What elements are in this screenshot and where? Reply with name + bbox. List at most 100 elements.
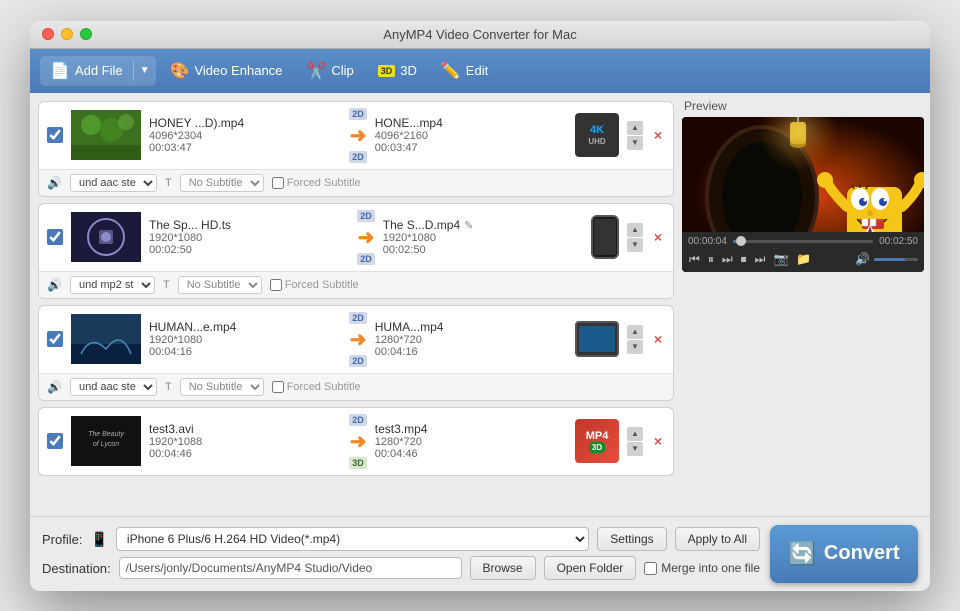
- add-file-icon: 📄: [50, 61, 70, 81]
- audio-select-0[interactable]: und aac ste: [70, 174, 157, 192]
- preview-label: Preview: [682, 99, 924, 113]
- in-badge-1: 2D: [357, 210, 375, 222]
- progress-track[interactable]: [733, 240, 873, 243]
- scroll-down-2[interactable]: ▼: [627, 340, 643, 354]
- in-badge-2: 2D: [349, 312, 367, 324]
- out-badge-1: 2D: [357, 253, 375, 265]
- stop-button[interactable]: ⏹: [740, 251, 748, 268]
- profile-label: Profile:: [42, 532, 82, 547]
- file-checkbox-0[interactable]: [47, 127, 63, 143]
- bottom-section: Profile: 📱 iPhone 6 Plus/6 H.264 HD Vide…: [42, 525, 918, 583]
- volume-track[interactable]: [874, 258, 918, 261]
- scroll-down-1[interactable]: ▼: [627, 238, 643, 252]
- arrow-area-3: 2D ➜ 3D: [349, 414, 367, 469]
- file-item-3: The Beauty of Lycon test3.avi 1920*1088 …: [38, 407, 674, 476]
- file-list-panel: HONEY ...D).mp4 4096*2304 00:03:47 2D ➜ …: [30, 93, 682, 516]
- output-duration-3: 00:04:46: [375, 448, 567, 460]
- forced-cb-0[interactable]: [272, 177, 284, 189]
- scroll-down-0[interactable]: ▼: [627, 136, 643, 150]
- output-name-2: HUMA...mp4: [375, 320, 567, 334]
- fast-forward-button[interactable]: ⏭: [721, 251, 734, 268]
- destination-label: Destination:: [42, 561, 111, 576]
- output-dims-3: 1280*720: [375, 436, 567, 448]
- forced-cb-1[interactable]: [270, 279, 282, 291]
- forced-cb-2[interactable]: [272, 381, 284, 393]
- progress-thumb[interactable]: [736, 236, 746, 246]
- skip-back-button[interactable]: ⏮: [688, 251, 701, 268]
- browse-button[interactable]: Browse: [470, 556, 536, 580]
- video-enhance-button[interactable]: 🎨 Video Enhance: [160, 56, 293, 86]
- file-checkbox-3[interactable]: [47, 433, 63, 449]
- file-checkbox-2[interactable]: [47, 331, 63, 347]
- audio-select-1[interactable]: und mp2 st: [70, 276, 155, 294]
- profile-select[interactable]: iPhone 6 Plus/6 H.264 HD Video(*.mp4): [116, 527, 589, 551]
- scroll-up-2[interactable]: ▲: [627, 325, 643, 339]
- scroll-up-1[interactable]: ▲: [627, 223, 643, 237]
- add-file-button[interactable]: 📄 Add File: [40, 56, 133, 86]
- 3d-button[interactable]: 3D 3D: [368, 58, 427, 83]
- subtitle-select-0[interactable]: No Subtitle: [180, 174, 264, 192]
- edit-label: Edit: [466, 63, 488, 78]
- scroll-up-3[interactable]: ▲: [627, 427, 643, 441]
- remove-file-1[interactable]: ×: [651, 230, 665, 244]
- file-item-0: HONEY ...D).mp4 4096*2304 00:03:47 2D ➜ …: [38, 101, 674, 197]
- file-info-0: HONEY ...D).mp4 4096*2304 00:03:47: [149, 116, 341, 154]
- convert-icon: 🔄: [789, 541, 816, 567]
- maximize-traffic-light[interactable]: [80, 28, 92, 40]
- arrow-area-1: 2D ➜ 2D: [357, 210, 375, 265]
- merge-checkbox[interactable]: [644, 562, 657, 575]
- folder-button[interactable]: 📁: [795, 251, 812, 267]
- settings-button[interactable]: Settings: [597, 527, 666, 551]
- scroll-btns-3: ▲ ▼: [627, 427, 643, 456]
- file-dims-1: 1920*1080: [149, 232, 349, 244]
- remove-file-0[interactable]: ×: [651, 128, 665, 142]
- arrow-area-0: 2D ➜ 2D: [349, 108, 367, 163]
- file-name-1: The Sp... HD.ts: [149, 218, 349, 232]
- clip-button[interactable]: ✂️ Clip: [296, 56, 363, 86]
- scroll-up-0[interactable]: ▲: [627, 121, 643, 135]
- file-thumbnail-3: The Beauty of Lycon: [71, 416, 141, 466]
- subtitle-select-1[interactable]: No Subtitle: [178, 276, 262, 294]
- edit-button[interactable]: ✏️ Edit: [431, 56, 498, 86]
- subtitle-icon-0: T: [165, 177, 172, 189]
- svg-text:The Beauty: The Beauty: [88, 431, 124, 438]
- output-dims-1: 1920*1080: [383, 232, 583, 244]
- file-checkbox-1[interactable]: [47, 229, 63, 245]
- screenshot-button[interactable]: 📷: [772, 251, 789, 267]
- clip-label: Clip: [331, 63, 353, 78]
- file-duration-2: 00:04:16: [149, 346, 341, 358]
- output-name-1: The S...D.mp4 ✎: [383, 218, 583, 232]
- edit-name-icon-1[interactable]: ✎: [464, 219, 473, 232]
- pause-button[interactable]: ⏸: [707, 251, 715, 268]
- file-dims-3: 1920*1088: [149, 436, 341, 448]
- remove-file-3[interactable]: ×: [651, 434, 665, 448]
- destination-input[interactable]: [119, 557, 462, 579]
- apply-all-button[interactable]: Apply to All: [675, 527, 760, 551]
- merge-area: Merge into one file: [644, 561, 760, 575]
- add-file-dropdown-arrow[interactable]: ▼: [133, 60, 156, 81]
- file-item-1: The Sp... HD.ts 1920*1080 00:02:50 2D ➜ …: [38, 203, 674, 299]
- convert-button[interactable]: 🔄 Convert: [770, 525, 918, 583]
- output-info-0: HONE...mp4 4096*2160 00:03:47: [375, 116, 567, 154]
- file-item-0-top: HONEY ...D).mp4 4096*2304 00:03:47 2D ➜ …: [39, 102, 673, 169]
- iphone-screen: [594, 219, 616, 255]
- file-item-0-bottom: 🔊 und aac ste T No Subtitle Forced Subti…: [39, 169, 673, 196]
- skip-end-button[interactable]: ⏭: [754, 251, 767, 268]
- file-dims-0: 4096*2304: [149, 130, 341, 142]
- output-info-1: The S...D.mp4 ✎ 1920*1080 00:02:50: [383, 218, 583, 256]
- clip-icon: ✂️: [306, 61, 326, 81]
- format-icon-3: MP4 3D: [575, 419, 619, 463]
- audio-select-2[interactable]: und aac ste: [70, 378, 157, 396]
- volume-icon[interactable]: 🔊: [854, 251, 871, 267]
- add-file-wrapper[interactable]: 📄 Add File ▼: [40, 56, 156, 86]
- monitor-screen: [579, 326, 615, 352]
- minimize-traffic-light[interactable]: [61, 28, 73, 40]
- in-badge-3: 2D: [349, 414, 367, 426]
- time-current: 00:00:04: [688, 236, 727, 247]
- remove-file-2[interactable]: ×: [651, 332, 665, 346]
- subtitle-select-2[interactable]: No Subtitle: [180, 378, 264, 396]
- open-folder-button[interactable]: Open Folder: [544, 556, 637, 580]
- close-traffic-light[interactable]: [42, 28, 54, 40]
- scroll-down-3[interactable]: ▼: [627, 442, 643, 456]
- toolbar: 📄 Add File ▼ 🎨 Video Enhance ✂️ Clip 3D …: [30, 49, 930, 93]
